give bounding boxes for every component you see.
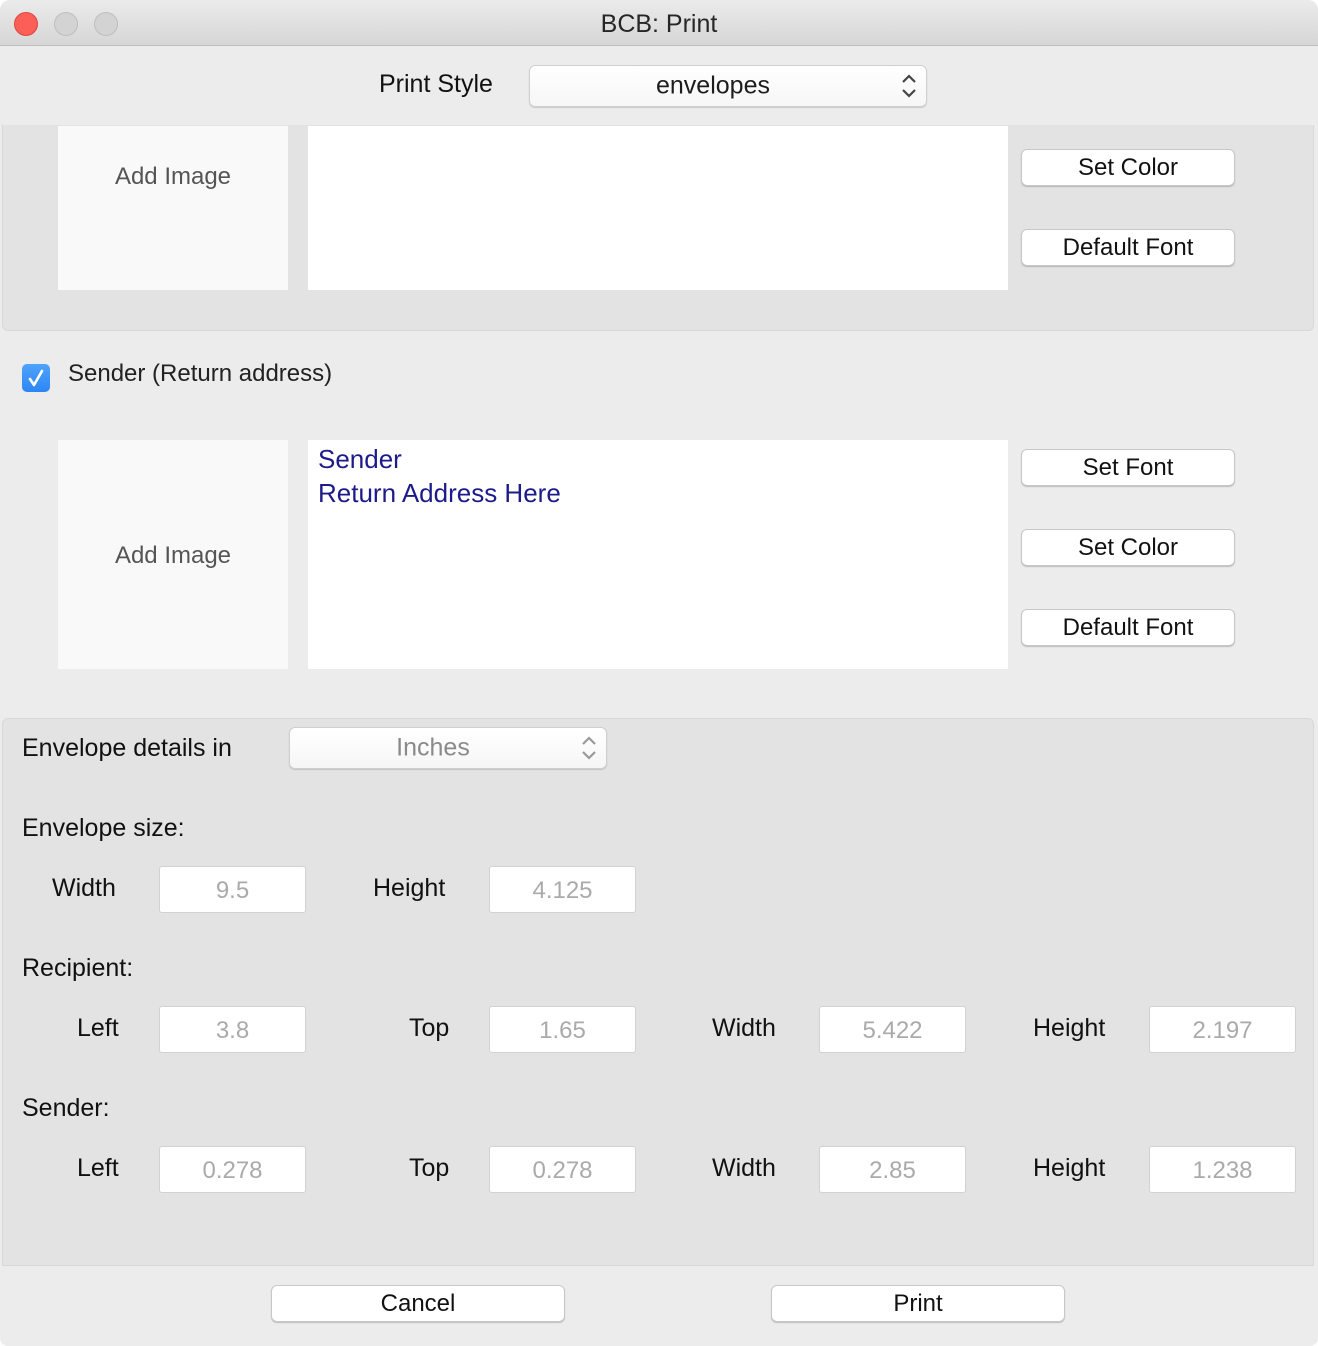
recipient-height-field[interactable]: 2.197 (1149, 1006, 1296, 1053)
sender-height-label: Height (1033, 1154, 1106, 1182)
recipient-top-field[interactable]: 1.65 (489, 1006, 636, 1053)
envelope-width-field[interactable]: 9.5 (159, 866, 306, 913)
recipient-set-color-label: Set Color (1077, 153, 1179, 181)
recipient-width-label: Width (712, 1014, 776, 1042)
recipient-address-textarea[interactable] (308, 126, 1008, 290)
envelope-height-field[interactable]: 4.125 (489, 866, 636, 913)
recipient-height-label: Height (1033, 1014, 1106, 1042)
recipient-default-font-label: Default Font (1062, 233, 1194, 261)
sender-add-image-label: Add Image (114, 542, 232, 569)
sender-checkbox-label[interactable]: Sender (Return address) (68, 360, 332, 388)
sender-left-label: Left (77, 1154, 119, 1182)
sender-width-label: Width (712, 1154, 776, 1182)
recipient-add-image-label: Add Image (114, 163, 232, 190)
envelope-height-label: Height (373, 874, 446, 902)
sender-default-font-button[interactable]: Default Font (1021, 609, 1235, 646)
print-style-select[interactable]: envelopes (529, 65, 927, 107)
recipient-default-font-button[interactable]: Default Font (1021, 229, 1235, 266)
sender-heading: Sender: (22, 1094, 110, 1122)
recipient-set-color-button[interactable]: Set Color (1021, 149, 1235, 186)
units-select[interactable]: Inches (289, 727, 607, 769)
sender-height-field[interactable]: 1.238 (1149, 1146, 1296, 1193)
sender-add-image[interactable]: Add Image (58, 440, 288, 669)
cancel-button-label: Cancel (380, 1289, 456, 1317)
recipient-left-label: Left (77, 1014, 119, 1042)
cancel-button[interactable]: Cancel (271, 1285, 565, 1322)
sender-left-field[interactable]: 0.278 (159, 1146, 306, 1193)
recipient-heading: Recipient: (22, 954, 134, 982)
updown-chevron-icon (582, 736, 596, 760)
recipient-width-field[interactable]: 5.422 (819, 1006, 966, 1053)
units-value: Inches (396, 733, 470, 762)
sender-set-font-button[interactable]: Set Font (1021, 449, 1235, 486)
sender-set-color-button[interactable]: Set Color (1021, 529, 1235, 566)
print-dialog-window: BCB: Print Print Style envelopes Add Ima… (0, 0, 1318, 1346)
envelope-width-label: Width (52, 874, 116, 902)
sender-top-field[interactable]: 0.278 (489, 1146, 636, 1193)
recipient-top-label: Top (409, 1014, 450, 1042)
sender-set-color-label: Set Color (1077, 533, 1179, 561)
sender-set-font-label: Set Font (1082, 453, 1174, 481)
units-label: Envelope details in (22, 734, 232, 762)
print-button[interactable]: Print (771, 1285, 1065, 1322)
print-button-label: Print (893, 1289, 943, 1317)
recipient-add-image[interactable]: Add Image (58, 126, 288, 290)
updown-chevron-icon (902, 74, 916, 98)
sender-address-line: Return Address Here (318, 478, 561, 508)
sender-checkbox[interactable] (22, 364, 50, 392)
sender-address-line: Sender (318, 444, 402, 474)
checkmark-icon (28, 369, 44, 387)
print-style-value: envelopes (656, 71, 770, 100)
window-title: BCB: Print (600, 10, 718, 38)
print-style-label: Print Style (379, 70, 493, 98)
sender-address-textarea[interactable]: Sender Return Address Here (308, 440, 1008, 669)
sender-width-field[interactable]: 2.85 (819, 1146, 966, 1193)
title-bar[interactable]: BCB: Print (0, 0, 1318, 46)
sender-top-label: Top (409, 1154, 450, 1182)
sender-default-font-label: Default Font (1062, 613, 1194, 641)
recipient-left-field[interactable]: 3.8 (159, 1006, 306, 1053)
envelope-size-heading: Envelope size: (22, 814, 185, 842)
